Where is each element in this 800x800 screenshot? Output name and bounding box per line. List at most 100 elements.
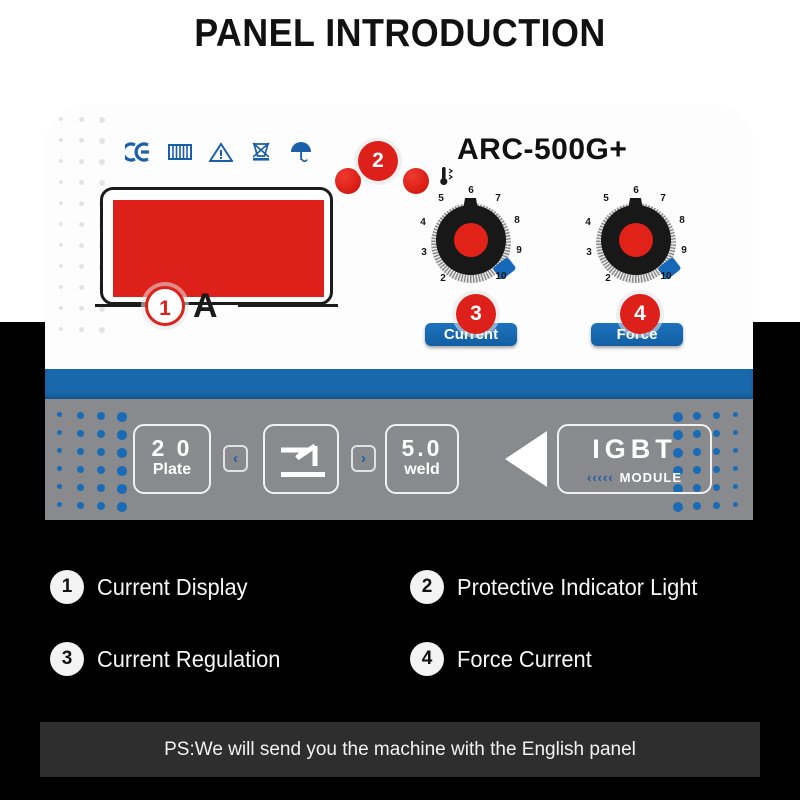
knob-center-cap [454, 223, 488, 257]
knob-scale-number: 10 [660, 271, 672, 282]
vent-dot [59, 264, 63, 268]
vent-dot [673, 502, 683, 512]
callout-marker-2: 2 [358, 141, 398, 181]
vent-dot [79, 285, 85, 291]
weld-label: weld [404, 461, 440, 478]
keep-dry-umbrella-icon [289, 141, 313, 168]
welding-electrode-icon [275, 436, 331, 491]
vent-dot [713, 412, 720, 419]
knob-scale-number: 4 [420, 217, 426, 228]
vent-dot [79, 243, 85, 249]
vent-dot [733, 484, 739, 490]
vent-dot [693, 502, 702, 511]
panel-lower-face: 2 0 Plate ‹ › 5.0 weld IGBT ‹‹‹‹‹ MODULE [45, 399, 753, 520]
knob-scale-number: 4 [585, 217, 591, 228]
vent-dot [693, 412, 702, 421]
vent-dot [77, 430, 84, 437]
knob-scale-number: 8 [679, 215, 685, 226]
knob-scale-number: 7 [660, 193, 666, 204]
vent-dot [99, 138, 106, 145]
knob-scale-number: 8 [514, 215, 520, 226]
weee-crossed-bin-icon [250, 141, 272, 168]
prev-arrow-button[interactable]: ‹ [223, 445, 248, 472]
igbt-title: IGBT [592, 434, 677, 464]
knob-scale-number: 5 [603, 193, 609, 204]
legend-marker: 4 [410, 642, 444, 676]
vent-dot [79, 180, 85, 186]
vent-dot [117, 484, 127, 494]
knob-scale-number: 9 [516, 245, 522, 256]
igbt-module-label: MODULE [619, 470, 682, 485]
vent-dot [97, 466, 106, 475]
warning-triangle-icon [208, 141, 234, 168]
vent-dot [97, 412, 106, 421]
vent-dot [97, 502, 106, 511]
vent-dot [117, 412, 127, 422]
vent-dot [79, 138, 85, 144]
knob-scale-number: 5 [438, 193, 444, 204]
legend-marker: 1 [50, 570, 84, 604]
knob-notch [462, 198, 479, 215]
vent-dot [57, 430, 62, 435]
ce-mark-icon [121, 142, 151, 167]
read-manual-book-icon [168, 142, 192, 167]
knob-scale-number: 6 [468, 185, 474, 196]
power-led-indicator [335, 168, 361, 194]
knob-scale-number: 6 [633, 185, 639, 196]
display-unit-label: A [193, 287, 218, 325]
chevron-left-icon: ‹‹‹‹‹ [587, 470, 614, 485]
vent-dot [57, 502, 62, 507]
current-display-screen [113, 200, 324, 297]
vent-dot [733, 448, 739, 454]
vent-dot [77, 484, 84, 491]
force-current-knob[interactable]: 6 7 8 9 10 2 3 4 5 [580, 185, 692, 299]
vent-dot [117, 430, 127, 440]
weld-value: 5.0 [401, 435, 443, 461]
knob-scale-number: 7 [495, 193, 501, 204]
vent-dot [713, 466, 720, 473]
next-arrow-button[interactable]: › [351, 445, 376, 472]
vent-dot [713, 430, 720, 437]
callout-marker-4: 4 [620, 294, 660, 334]
callout-marker-1: 1 [145, 286, 185, 326]
vent-dot [59, 243, 63, 247]
vent-dot [79, 222, 85, 228]
knob-scale-number: 2 [440, 273, 446, 284]
vent-dot [59, 285, 63, 289]
vent-dot [77, 412, 84, 419]
vent-dot [79, 159, 85, 165]
legend-item-2: 2 Protective Indicator Light [410, 570, 770, 604]
callout-marker-3: 3 [456, 294, 496, 334]
vent-dot [77, 448, 84, 455]
page-title: PANEL INTRODUCTION [194, 12, 606, 55]
knob-scale-number: 3 [586, 247, 592, 258]
vent-dot [673, 412, 683, 422]
vent-dot [57, 412, 62, 417]
knob-notch [627, 198, 644, 215]
display-rule-right [238, 304, 338, 307]
weld-diameter-box: 5.0 weld [385, 424, 459, 494]
vent-dot [79, 117, 85, 123]
vent-dot [79, 201, 85, 207]
legend-list: 1 Current Display 2 Protective Indicator… [50, 570, 770, 676]
legend-item-3: 3 Current Regulation [50, 642, 410, 676]
vent-dot [99, 159, 106, 166]
vent-dot [733, 430, 739, 436]
vent-dot [79, 264, 85, 270]
current-regulation-knob[interactable]: 6 7 8 9 10 2 3 4 5 [415, 185, 527, 299]
vent-dot [57, 484, 62, 489]
vent-dot [59, 201, 63, 205]
certification-icon-row [121, 141, 313, 168]
plate-thickness-box: 2 0 Plate [133, 424, 211, 494]
footer-note: PS:We will send you the machine with the… [40, 722, 760, 777]
knob-scale-number: 10 [495, 271, 507, 282]
knob-scale-number: 2 [605, 273, 611, 284]
vent-dot [733, 502, 739, 508]
legend-label: Current Regulation [97, 645, 281, 672]
plate-value: 2 0 [151, 435, 193, 461]
vent-dot [117, 466, 127, 476]
igbt-subtitle-row: ‹‹‹‹‹ MODULE [559, 470, 710, 485]
left-triangle-icon [505, 431, 547, 487]
legend-marker: 3 [50, 642, 84, 676]
vent-dot [59, 117, 63, 121]
